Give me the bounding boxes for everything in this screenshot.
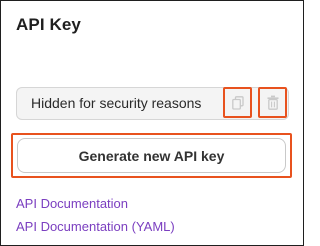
api-key-field: Hidden for security reasons — [16, 87, 289, 120]
api-key-value: Hidden for security reasons — [31, 95, 202, 111]
api-documentation-yaml-link[interactable]: API Documentation (YAML) — [16, 219, 175, 234]
delete-button[interactable] — [258, 87, 287, 118]
api-documentation-link[interactable]: API Documentation — [16, 196, 128, 211]
api-key-panel: API Key Hidden for security reasons Gene… — [0, 0, 304, 246]
copy-button[interactable] — [223, 87, 252, 118]
panel-title: API Key — [16, 15, 81, 34]
generate-api-key-button[interactable]: Generate new API key — [17, 138, 286, 173]
trash-icon — [267, 95, 279, 110]
copy-icon — [231, 95, 244, 110]
